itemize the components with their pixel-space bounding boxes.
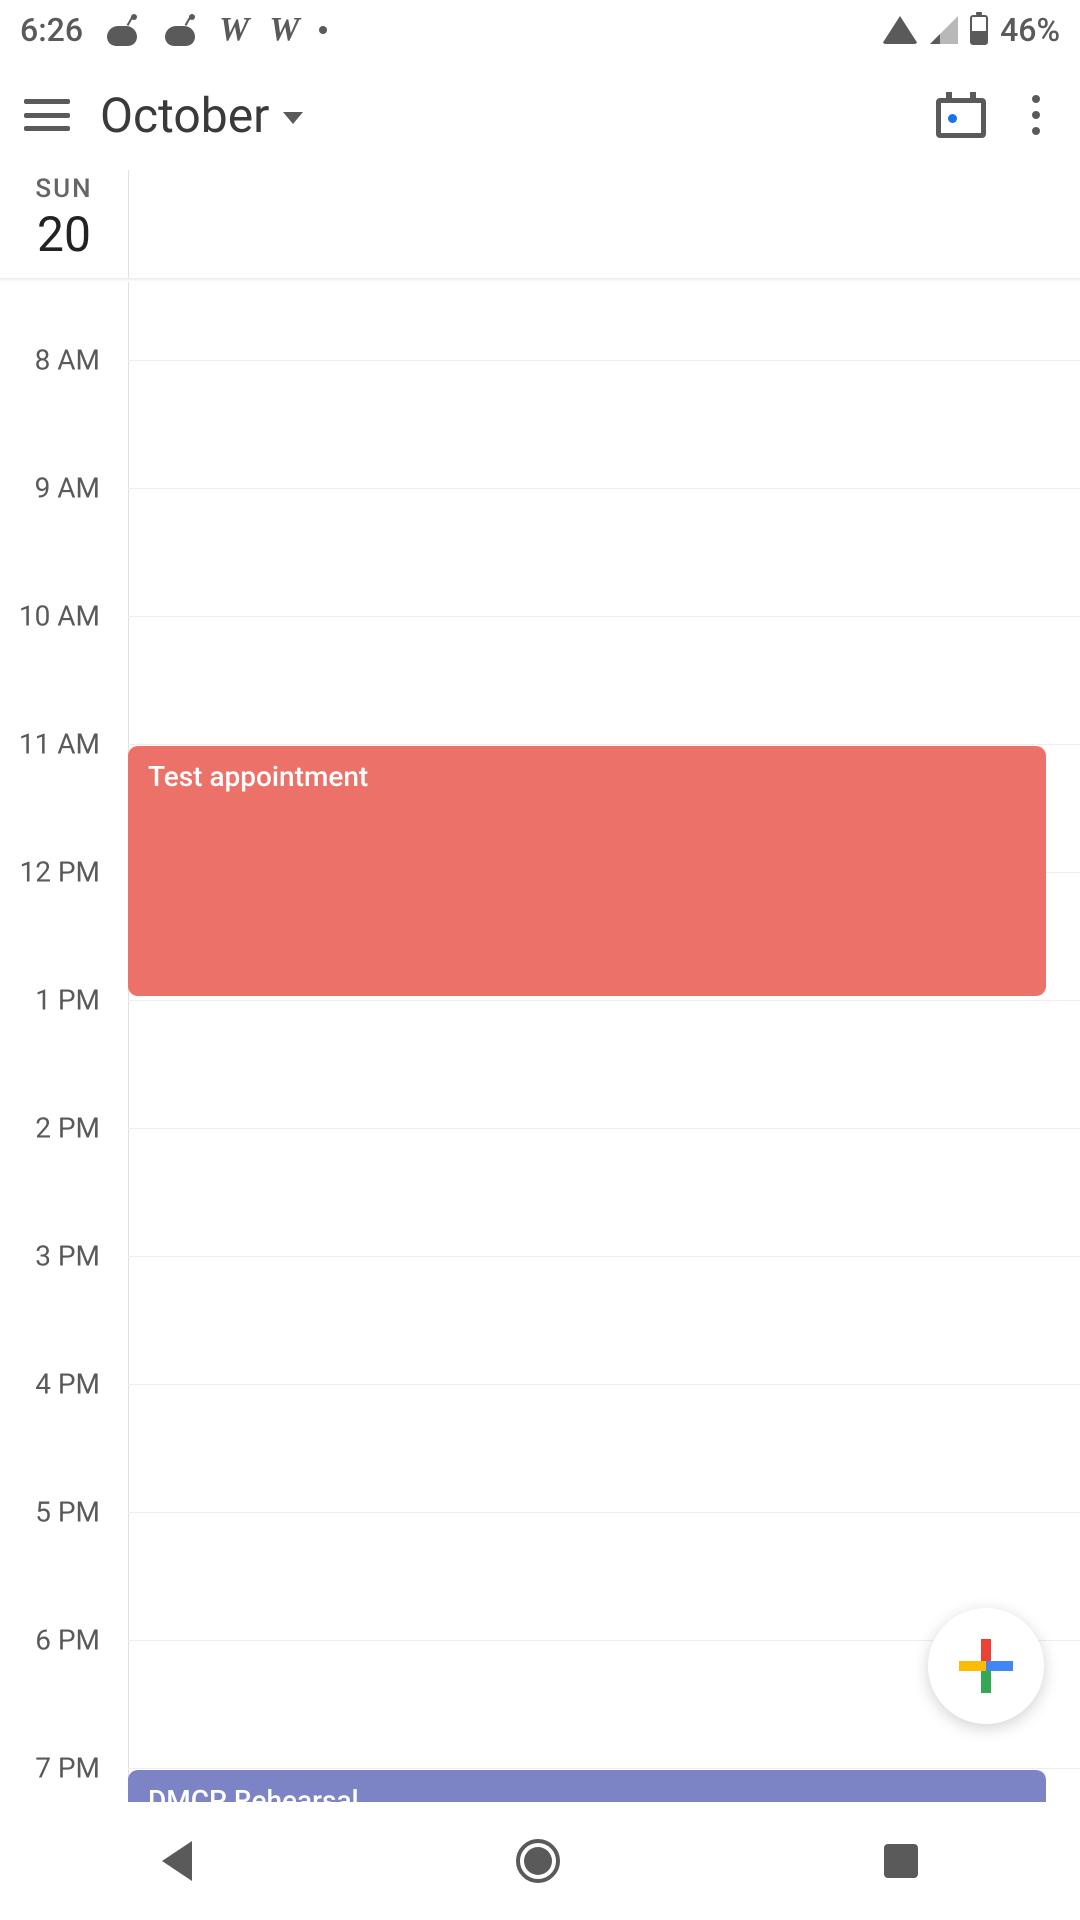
- timeline-divider: [128, 282, 129, 1802]
- day-number: 20: [0, 206, 128, 263]
- calendar-event[interactable]: Test appointment: [128, 746, 1046, 996]
- plus-icon: [959, 1639, 1013, 1693]
- nav-recent-button[interactable]: [884, 1844, 918, 1878]
- month-picker[interactable]: October: [100, 87, 303, 144]
- hour-gridline: [128, 1384, 1080, 1385]
- hour-label: 8 AM: [35, 344, 100, 377]
- hour-gridline: [128, 488, 1080, 489]
- android-status-bar: 6:26 W W 46%: [0, 0, 1080, 60]
- timeline-viewport[interactable]: 7 AM8 AM9 AM10 AM11 AM12 PM1 PM2 PM3 PM4…: [0, 282, 1080, 1802]
- app-bar: October: [0, 60, 1080, 170]
- hour-gridline: [128, 1256, 1080, 1257]
- calendar-event[interactable]: DMCP Rehearsal: [128, 1770, 1046, 1802]
- today-button[interactable]: [936, 92, 986, 138]
- nav-home-button[interactable]: [516, 1839, 560, 1883]
- chevron-down-icon: [283, 112, 303, 124]
- wifi-icon: [882, 16, 918, 44]
- android-nav-bar: [0, 1802, 1080, 1920]
- reddit-icon: [161, 14, 199, 46]
- hour-label: 11 AM: [19, 728, 100, 761]
- hour-label: 7 PM: [35, 1752, 100, 1785]
- hour-gridline: [128, 1128, 1080, 1129]
- reddit-icon: [103, 14, 141, 46]
- wattpad-icon: W: [269, 11, 299, 49]
- hour-gridline: [128, 1000, 1080, 1001]
- hour-label: 1 PM: [35, 984, 100, 1017]
- menu-button[interactable]: [24, 99, 70, 131]
- battery-icon: [970, 15, 988, 45]
- hour-label: 4 PM: [35, 1368, 100, 1401]
- hour-gridline: [128, 360, 1080, 361]
- status-right: 46%: [882, 11, 1060, 49]
- day-header: SUN 20: [0, 170, 1080, 278]
- wattpad-icon: W: [219, 11, 249, 49]
- hour-gridline: [128, 744, 1080, 745]
- month-label: October: [100, 87, 269, 144]
- day-of-week: SUN: [0, 174, 128, 204]
- hour-label: 3 PM: [35, 1240, 100, 1273]
- hour-gridline: [128, 616, 1080, 617]
- hour-label: 5 PM: [35, 1496, 100, 1529]
- hour-label: 12 PM: [19, 856, 100, 889]
- status-left: 6:26 W W: [20, 11, 327, 49]
- day-header-cell[interactable]: SUN 20: [0, 174, 128, 263]
- hour-label: 9 AM: [35, 472, 100, 505]
- nav-back-button[interactable]: [162, 1841, 192, 1881]
- overflow-menu-button[interactable]: [1016, 92, 1056, 138]
- battery-percent: 46%: [1000, 11, 1060, 49]
- status-time: 6:26: [20, 11, 83, 49]
- hour-gridline: [128, 1768, 1080, 1769]
- hour-label: 10 AM: [19, 600, 100, 633]
- cell-signal-icon: [930, 16, 958, 44]
- notification-dot-icon: [319, 26, 327, 34]
- hour-label: 6 PM: [35, 1624, 100, 1657]
- create-event-button[interactable]: [928, 1608, 1044, 1724]
- hour-gridline: [128, 1512, 1080, 1513]
- hour-label: 2 PM: [35, 1112, 100, 1145]
